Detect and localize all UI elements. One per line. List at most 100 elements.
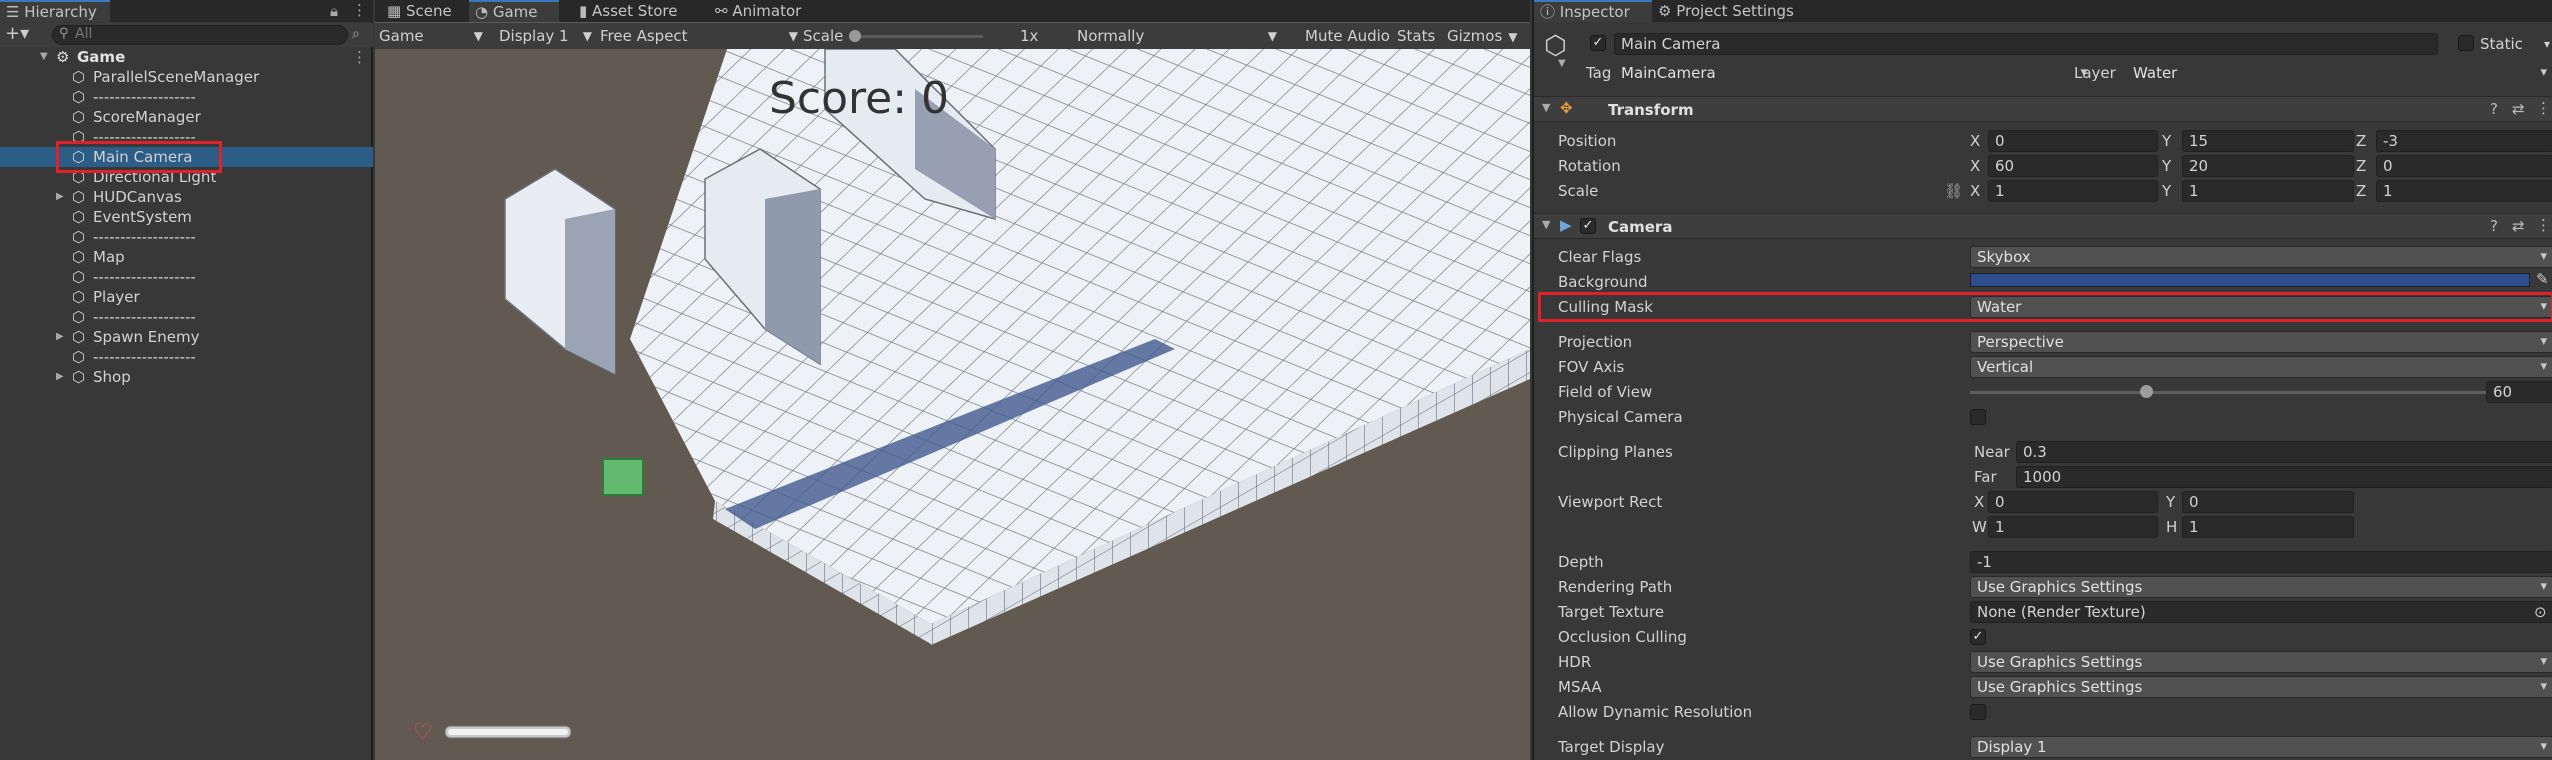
hierarchy-item[interactable]: ⬡ Map xyxy=(0,247,373,267)
position-x-field[interactable]: 0 xyxy=(1988,130,2158,152)
foldout-arrow-icon[interactable]: ▼ xyxy=(1542,218,1550,231)
wall-block-side xyxy=(565,209,615,374)
hierarchy-item[interactable]: ⬡ ParallelSceneManager xyxy=(0,67,373,87)
physical-camera-checkbox[interactable] xyxy=(1970,409,1986,425)
far-field[interactable]: 1000 xyxy=(2016,466,2552,488)
viewport-y-field[interactable]: 0 xyxy=(2182,491,2354,513)
aspect-dropdown[interactable]: Free Aspect ▼ xyxy=(600,23,800,49)
axis-w-label: W xyxy=(1972,518,1987,536)
dropdown-arrow-icon[interactable]: ▾ xyxy=(2544,33,2550,55)
search-input[interactable]: ⚲ All xyxy=(52,25,348,45)
expand-arrow-icon[interactable]: ▼ xyxy=(40,47,48,67)
constrain-proportions-icon[interactable]: ⛓ xyxy=(1944,180,1963,202)
scene-menu-icon[interactable]: ⋮ xyxy=(352,47,367,67)
fov-axis-dropdown[interactable]: Vertical xyxy=(1970,356,2552,378)
active-checkbox[interactable]: ✓ xyxy=(1590,35,1606,51)
highlight-box xyxy=(1538,292,2552,322)
stats-button[interactable]: Stats xyxy=(1397,23,1435,49)
hierarchy-item[interactable]: ⬡ ------------------- xyxy=(0,307,373,327)
gear-icon: ⚙ xyxy=(1658,2,1677,20)
add-icon[interactable]: +▾ xyxy=(5,23,29,44)
object-picker-icon[interactable]: ⊙ xyxy=(2534,601,2547,623)
hierarchy-item[interactable]: ⬡ ScoreManager xyxy=(0,107,373,127)
tag-label: Tag xyxy=(1586,64,1612,82)
expand-arrow-icon[interactable]: ▶ xyxy=(56,367,64,387)
expand-arrow-icon[interactable]: ▶ xyxy=(56,327,64,347)
hierarchy-item[interactable]: ⬡ ------------------- xyxy=(0,227,373,247)
kebab-menu-icon[interactable]: ⋮ xyxy=(2536,216,2551,234)
rotation-x-field[interactable]: 60 xyxy=(1988,155,2158,177)
eyedropper-icon[interactable]: ✎ xyxy=(2536,270,2549,288)
kebab-menu-icon[interactable]: ⋮ xyxy=(2536,99,2551,117)
scene-row[interactable]: ▼ ⚙ Game ⋮ xyxy=(0,47,373,67)
display-dropdown[interactable]: Display 1 ▼ xyxy=(499,23,594,49)
position-y-field[interactable]: 15 xyxy=(2182,130,2354,152)
camera-enabled-checkbox[interactable]: ✓ xyxy=(1580,218,1596,234)
fov-value-field[interactable]: 60 xyxy=(2486,381,2552,403)
preset-icon[interactable]: ⇄ xyxy=(2512,100,2525,118)
rendering-path-dropdown[interactable]: Use Graphics Settings xyxy=(1970,576,2552,598)
hierarchy-item[interactable]: ⬡ EventSystem xyxy=(0,207,373,227)
tab-animator[interactable]: ⚯ Animator xyxy=(709,0,809,22)
hierarchy-item[interactable]: ⬡ ------------------- xyxy=(0,87,373,107)
position-z-field[interactable]: -3 xyxy=(2376,130,2552,152)
scale-slider[interactable] xyxy=(849,30,983,42)
fov-slider[interactable] xyxy=(1970,385,2490,398)
object-name-field[interactable]: Main Camera xyxy=(1614,33,2438,55)
target-texture-field[interactable]: None (Render Texture) xyxy=(1970,601,2552,623)
msaa-dropdown[interactable]: Use Graphics Settings xyxy=(1970,676,2552,698)
occlusion-culling-checkbox[interactable]: ✓ xyxy=(1970,629,1986,645)
play-focus-dropdown[interactable]: Normally ▼ xyxy=(1077,23,1277,49)
hierarchy-item[interactable]: ⬡ ------------------- xyxy=(0,347,373,367)
tab-asset-store[interactable]: ▮ Asset Store xyxy=(573,0,685,22)
viewport-w-field[interactable]: 1 xyxy=(1988,516,2158,538)
fov-slider-handle[interactable] xyxy=(2140,385,2153,398)
background-color-swatch[interactable] xyxy=(1970,273,2530,287)
scale-z-field[interactable]: 1 xyxy=(2376,180,2552,202)
scale-y-field[interactable]: 1 xyxy=(2182,180,2354,202)
hierarchy-item[interactable]: ▶ ⬡ HUDCanvas xyxy=(0,187,373,207)
viewport-x-field[interactable]: 0 xyxy=(1988,491,2158,513)
scene-search-icon[interactable]: ⌕ xyxy=(352,26,360,42)
tab-project-settings[interactable]: ⚙ Project Settings xyxy=(1652,0,1802,22)
game-mode-dropdown[interactable]: Game ▼ xyxy=(379,23,489,49)
rotation-z-field[interactable]: 0 xyxy=(2376,155,2552,177)
help-icon[interactable]: ? xyxy=(2490,217,2498,235)
static-checkbox[interactable] xyxy=(2458,35,2474,51)
hierarchy-item[interactable]: ⬡ ------------------- xyxy=(0,267,373,287)
gamepad-icon: ◔ xyxy=(475,3,493,21)
tag-dropdown[interactable]: MainCamera xyxy=(1614,62,2094,84)
camera-header[interactable]: ▼ ▶ ✓ Camera ? ⇄ ⋮ xyxy=(1534,213,2552,239)
preset-icon[interactable]: ⇄ xyxy=(2512,217,2525,235)
viewport-h-field[interactable]: 1 xyxy=(2182,516,2354,538)
kebab-menu-icon[interactable]: ⋮ xyxy=(352,1,367,19)
depth-field[interactable]: -1 xyxy=(1970,551,2552,573)
tab-inspector[interactable]: ⓘ Inspector xyxy=(1534,0,1652,22)
clear-flags-dropdown[interactable]: Skybox xyxy=(1970,246,2552,268)
foldout-arrow-icon[interactable]: ▼ xyxy=(1542,101,1550,114)
lock-icon[interactable]: 🔒︎ xyxy=(330,2,338,20)
mute-audio-button[interactable]: Mute Audio xyxy=(1305,23,1390,49)
near-field[interactable]: 0.3 xyxy=(2016,441,2552,463)
axis-y-label: Y xyxy=(2162,182,2172,200)
dynamic-resolution-checkbox[interactable] xyxy=(1970,704,1986,720)
transform-header[interactable]: ▼ ✥ Transform ? ⇄ ⋮ xyxy=(1534,96,2552,122)
hierarchy-item[interactable]: ▶ ⬡ Shop xyxy=(0,367,373,387)
gizmos-dropdown[interactable]: Gizmos ▼ xyxy=(1447,23,1518,49)
scale-slider-handle[interactable] xyxy=(849,30,861,42)
hierarchy-item[interactable]: ⬡ Player xyxy=(0,287,373,307)
hdr-dropdown[interactable]: Use Graphics Settings xyxy=(1970,651,2552,673)
help-icon[interactable]: ? xyxy=(2490,100,2498,118)
hierarchy-item[interactable]: ▶ ⬡ Spawn Enemy xyxy=(0,327,373,347)
tab-scene[interactable]: ▦ Scene xyxy=(381,0,460,22)
target-display-dropdown[interactable]: Display 1 xyxy=(1970,736,2552,758)
layer-dropdown[interactable]: Water xyxy=(2126,62,2552,84)
rotation-y-field[interactable]: 20 xyxy=(2182,155,2354,177)
tab-hierarchy[interactable]: ☰ Hierarchy xyxy=(0,0,110,22)
dropdown-arrow-icon[interactable]: ▼ xyxy=(1558,58,1566,69)
tab-game[interactable]: ◔ Game xyxy=(469,0,559,22)
expand-arrow-icon[interactable]: ▶ xyxy=(56,187,64,207)
projection-dropdown[interactable]: Perspective xyxy=(1970,331,2552,353)
gameobject-icon: ⬡ xyxy=(72,68,86,86)
scale-x-field[interactable]: 1 xyxy=(1988,180,2158,202)
